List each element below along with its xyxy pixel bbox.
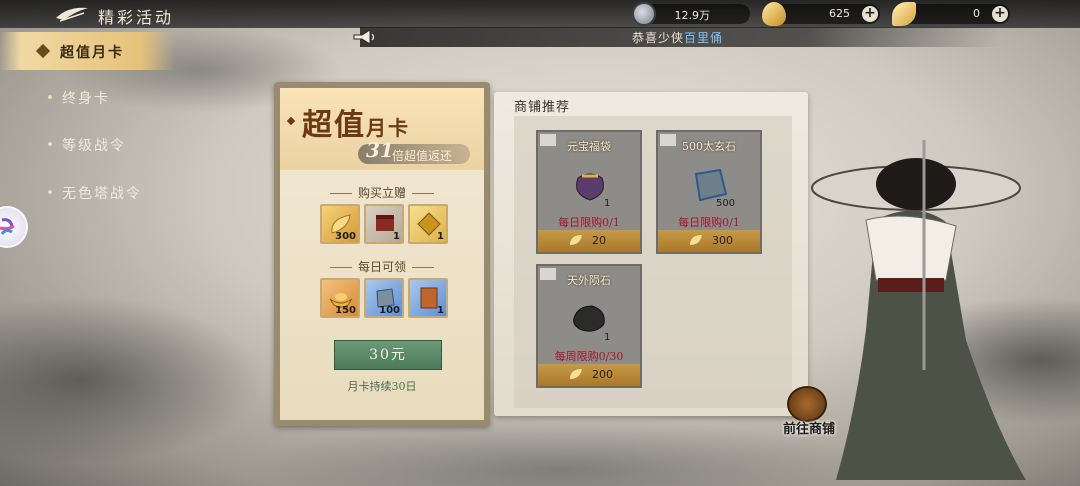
shop-title: 商铺推荐 (514, 100, 571, 115)
title-marker-icon (286, 116, 296, 126)
reward-count: 1 (437, 305, 444, 316)
reward-slot[interactable]: 150 (320, 278, 360, 318)
duration-prefix: 月卡持续 (347, 380, 392, 393)
shop-item-limit: 每日限购0/1 (558, 216, 620, 229)
shop-item-meteorite[interactable]: 天外陨石 1 每周限购0/30 200 (536, 264, 642, 388)
multiplier-text: 倍超值返还 (392, 149, 453, 163)
reward-slot[interactable]: 1 (408, 278, 448, 318)
shop-item-grid: 元宝福袋 1 每日限购0/1 20 500太玄石 500 每日限购0/1 300 (514, 116, 792, 408)
daily-reward-label: 每日可领 (280, 258, 484, 275)
leaf-value: 0 (973, 7, 980, 20)
shop-gate-icon (787, 386, 827, 422)
shop-item-taixuan-stone[interactable]: 500太玄石 500 每日限购0/1 300 (656, 130, 762, 254)
announcement-bar: 恭喜少侠百里俑 (360, 27, 1000, 47)
duration-days: 30日 (391, 380, 417, 393)
price-bar: 20 (538, 230, 640, 252)
add-gold-button[interactable]: + (862, 6, 878, 22)
reward-count: 100 (379, 305, 400, 316)
gold-value: 625 (829, 7, 850, 20)
reward-count: 150 (335, 305, 356, 316)
announcement-text: 恭喜少侠百里俑 (632, 29, 723, 46)
announcement-player-name: 百里俑 (684, 31, 724, 45)
shop-recommend-panel: 商铺推荐 元宝福袋 1 每日限购0/1 20 500太玄石 500 每日限购0/… (494, 92, 808, 416)
go-to-shop-button[interactable]: 前往商铺 (776, 386, 842, 446)
silver-value: 12.9万 (674, 9, 711, 22)
bullet-icon (48, 190, 52, 194)
shop-item-qty: 1 (604, 198, 611, 209)
gold-ingot-icon (762, 2, 786, 26)
sidebar: 超值月卡 终身卡 等级战令 无色塔战令 (0, 30, 180, 230)
shop-item-name: 元宝福袋 (567, 140, 611, 153)
reward-slot[interactable]: 1 (408, 204, 448, 244)
card-duration: 月卡持续30日 (280, 378, 484, 394)
multiplier-badge: 31 倍超值返还 (358, 138, 470, 164)
resource-silver: 12.9万 (632, 2, 750, 26)
shop-item-name: 500太玄石 (682, 140, 736, 153)
reward-count: 1 (437, 231, 444, 242)
shop-item-limit: 每周限购0/30 (554, 350, 624, 363)
sidebar-item-label: 等级战令 (62, 138, 126, 154)
back-brush-icon[interactable] (54, 4, 90, 24)
announcement-prefix: 恭喜少侠 (632, 31, 685, 45)
shop-item-price: 200 (592, 368, 613, 381)
reward-slot[interactable]: 300 (320, 204, 360, 244)
gold-leaf-icon (570, 369, 582, 379)
reward-slot[interactable]: 100 (364, 278, 404, 318)
month-card-panel: 超值月卡 31 倍超值返还 购买立赠 300 1 1 每日可领 150 100 … (274, 82, 490, 426)
sidebar-item-label: 无色塔战令 (62, 186, 142, 202)
page-title: 精彩活动 (98, 8, 175, 27)
go-to-shop-label: 前往商铺 (782, 422, 835, 437)
sidebar-item-label: 终身卡 (62, 91, 110, 107)
shop-item-qty: 1 (604, 332, 611, 343)
resource-gold: 625 + (762, 2, 880, 26)
reward-count: 300 (335, 231, 356, 242)
month-card-title-big: 超值 (302, 108, 366, 143)
gold-leaf-icon (690, 235, 702, 245)
shop-item-price: 20 (592, 234, 606, 247)
shop-item-lucky-bag[interactable]: 元宝福袋 1 每日限购0/1 20 (536, 130, 642, 254)
bullet-icon (48, 142, 52, 146)
gold-leaf-icon (892, 2, 916, 26)
sidebar-item-level-pass[interactable]: 等级战令 (0, 125, 175, 163)
month-card-header: 超值月卡 31 倍超值返还 (280, 88, 484, 170)
price-bar: 200 (538, 364, 640, 386)
sidebar-item-lifetime-card[interactable]: 终身卡 (0, 78, 175, 116)
megaphone-icon (353, 29, 375, 45)
gold-leaf-icon (570, 235, 582, 245)
instant-reward-label: 购买立赠 (280, 184, 484, 201)
shop-item-limit: 每日限购0/1 (678, 216, 740, 229)
sidebar-item-monthly-card[interactable]: 超值月卡 (0, 32, 175, 70)
shop-item-price: 300 (712, 234, 733, 247)
reward-slot[interactable]: 1 (364, 204, 404, 244)
bullet-icon (48, 95, 52, 99)
price-bar: 300 (658, 230, 760, 252)
multiplier-number: 31 (366, 138, 394, 162)
floating-assistant-button[interactable] (0, 206, 28, 248)
shop-item-name: 天外陨石 (567, 274, 611, 287)
shop-item-qty: 500 (716, 198, 736, 209)
reward-count: 1 (393, 231, 400, 242)
resource-leaf: 0 + (892, 2, 1010, 26)
top-bar: 精彩活动 12.9万 625 + 0 + (0, 0, 1080, 28)
active-marker-icon (35, 43, 51, 59)
silver-coin-icon (632, 2, 656, 26)
add-leaf-button[interactable]: + (992, 6, 1008, 22)
sidebar-item-tower-pass[interactable]: 无色塔战令 (0, 173, 175, 211)
assistant-logo-icon (0, 218, 15, 235)
sidebar-item-label: 超值月卡 (60, 45, 124, 61)
buy-month-card-button[interactable]: 30元 (334, 340, 442, 370)
month-card-title-small: 月卡 (366, 116, 410, 140)
